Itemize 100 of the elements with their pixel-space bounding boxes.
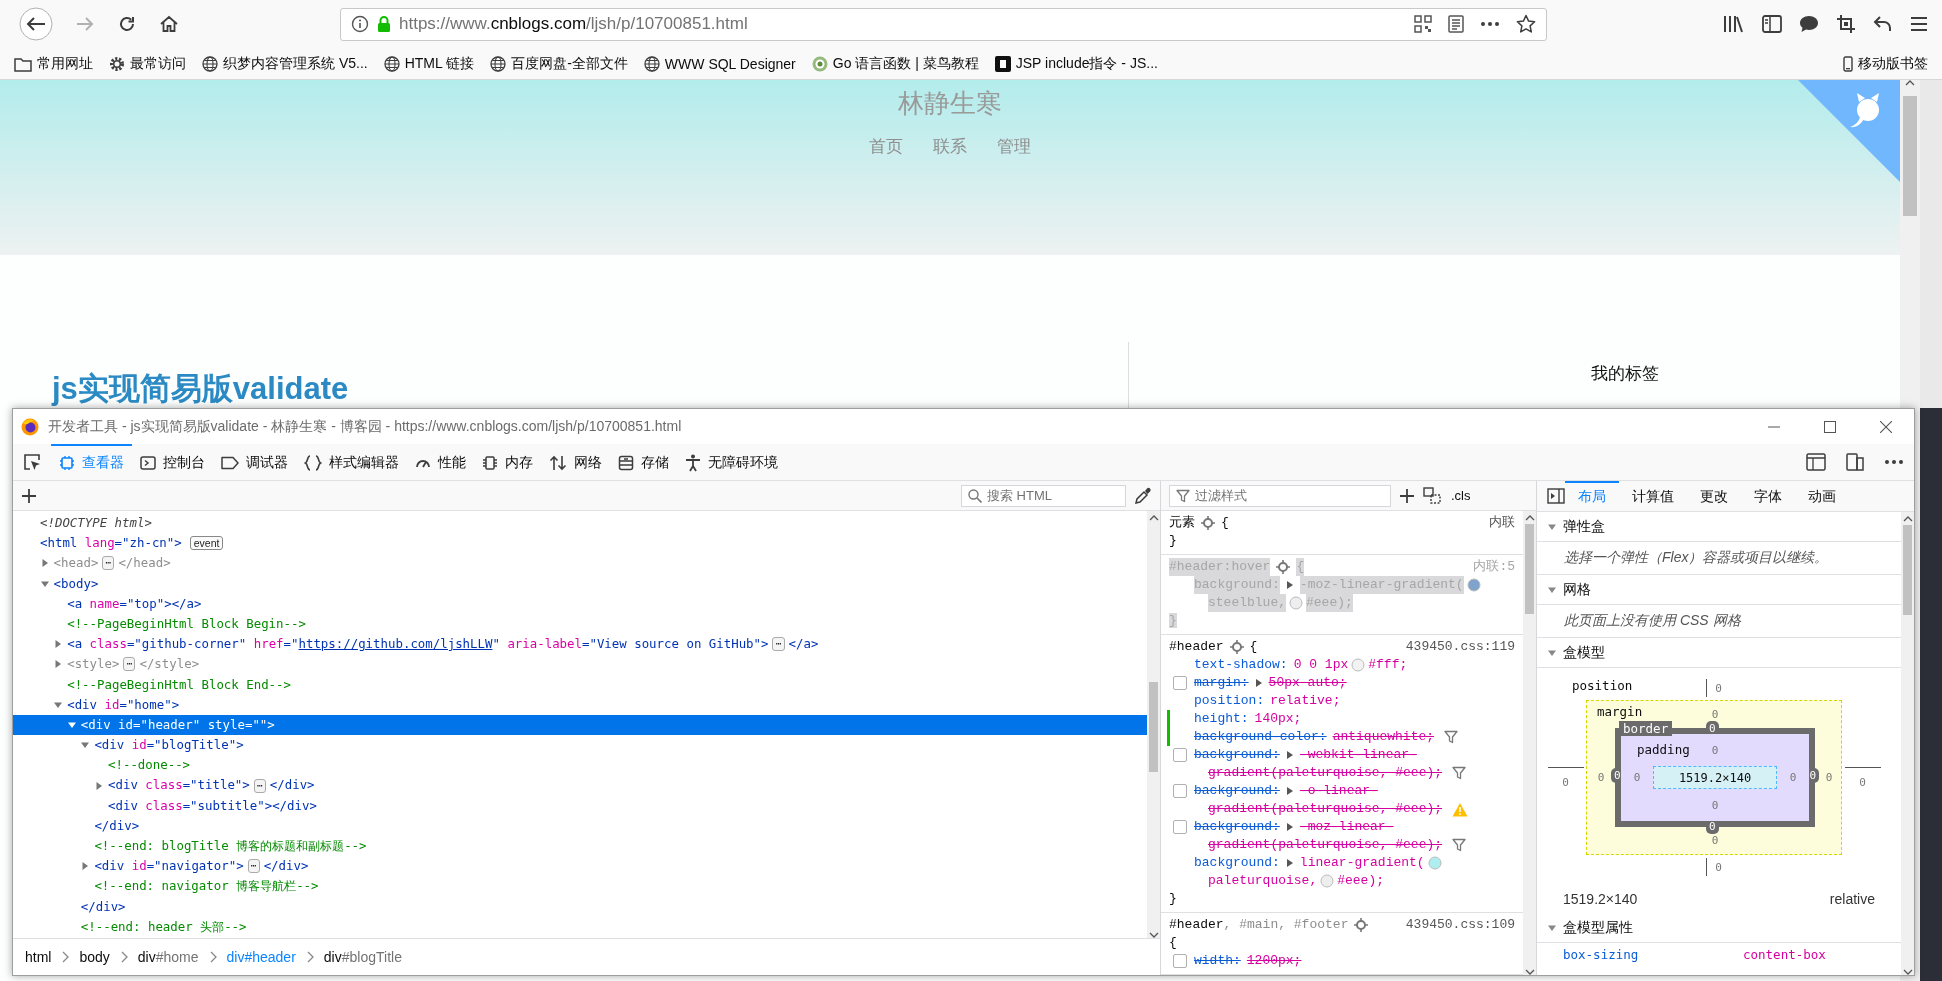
css-value[interactable]: 140px;	[1254, 710, 1302, 728]
box-value[interactable]: 0	[1711, 834, 1719, 847]
element-picker-icon[interactable]	[23, 453, 41, 471]
css-property[interactable]: background:	[1194, 854, 1280, 872]
tree-node[interactable]: <style> ⋯ </style>	[13, 654, 1147, 675]
scroll-up-icon[interactable]	[1524, 515, 1535, 521]
box-value[interactable]: 0	[1711, 743, 1719, 757]
box-value[interactable]: 0	[1715, 860, 1722, 874]
checkbox[interactable]	[1173, 748, 1187, 762]
color-swatch-icon[interactable]	[1320, 874, 1335, 888]
breadcrumb[interactable]: div#home	[135, 949, 201, 965]
more-icon[interactable]	[1884, 459, 1904, 465]
bookmark[interactable]: Go 语言函数 | 菜鸟教程	[811, 54, 979, 73]
panel-tab[interactable]: 更改	[1687, 481, 1741, 511]
expander-icon[interactable]	[1285, 858, 1294, 868]
tree-node[interactable]: <!--done-->	[13, 755, 1147, 776]
devtools-tab[interactable]: 内存	[474, 444, 541, 480]
css-value[interactable]: gradient(paleturquoise, #eee);	[1208, 836, 1443, 854]
css-value[interactable]: #fff;	[1368, 656, 1408, 674]
tree-node[interactable]: <!--end: navigator 博客导航栏-->	[13, 876, 1147, 897]
scrollbar-thumb[interactable]	[1903, 525, 1912, 615]
scrollbar[interactable]	[1147, 511, 1160, 938]
box-value[interactable]: 0	[1859, 775, 1866, 789]
css-value[interactable]: paleturquoise,	[1208, 872, 1318, 890]
tree-node[interactable]: </div>	[13, 815, 1147, 836]
scroll-down-icon[interactable]	[1524, 969, 1535, 975]
devtools-tab[interactable]: 网络	[541, 444, 610, 480]
maximize-icon[interactable]	[1824, 420, 1836, 433]
filter-icon[interactable]	[1452, 766, 1467, 780]
box-value[interactable]: 0	[1633, 771, 1641, 784]
filter-field[interactable]: 过滤样式	[1169, 484, 1391, 507]
tree-node[interactable]: <!DOCTYPE html>	[13, 513, 1147, 534]
css-source-link[interactable]: 内联	[1489, 514, 1515, 532]
event-badge[interactable]: event	[189, 536, 224, 551]
tree-node[interactable]: <head> ⋯ </head>	[13, 553, 1147, 574]
eyedropper-icon[interactable]	[1134, 486, 1152, 505]
scrollbar[interactable]	[1523, 511, 1536, 975]
tree-node[interactable]: <!--PageBeginHtml Block Begin-->	[13, 613, 1147, 635]
tree-node[interactable]: <!--PageBeginHtml Block End-->	[13, 674, 1147, 695]
css-value[interactable]: antiquewhite;	[1332, 728, 1435, 746]
scrollbar-thumb[interactable]	[1525, 524, 1534, 614]
close-icon[interactable]	[1880, 420, 1892, 433]
css-property[interactable]: background:	[1194, 746, 1280, 764]
css-property[interactable]: background:	[1194, 818, 1280, 836]
box-value[interactable]: 0	[1789, 771, 1797, 784]
expander-icon[interactable]	[1254, 678, 1263, 688]
css-source-link[interactable]: 439450.css:119	[1405, 638, 1515, 656]
checkbox[interactable]	[1173, 820, 1187, 834]
plus-icon[interactable]	[21, 487, 37, 504]
css-property[interactable]: margin:	[1194, 674, 1249, 692]
color-swatch-icon[interactable]	[1427, 856, 1442, 870]
expander-icon[interactable]	[1285, 786, 1294, 796]
post-title[interactable]: js实现简易版validate	[52, 368, 1128, 410]
scroll-up-icon[interactable]	[1148, 515, 1159, 521]
more-button[interactable]: ⋯	[253, 778, 266, 793]
bookmark[interactable]: 最常访问	[109, 54, 186, 73]
section-title[interactable]: 盒模型	[1563, 643, 1605, 662]
devtools-tab[interactable]: 样式编辑器	[296, 444, 407, 480]
more-icon[interactable]	[1480, 21, 1500, 27]
tree-node[interactable]: <div class="title"> ⋯ </div>	[13, 775, 1147, 796]
breadcrumb[interactable]: div#blogTitle	[321, 949, 404, 965]
bookmark[interactable]: WWW SQL Designer	[643, 55, 796, 72]
bookmark[interactable]: JSP include指令 - JS...	[994, 54, 1158, 73]
breadcrumb[interactable]: body	[77, 949, 112, 965]
bookmark[interactable]: 织梦内容管理系统 V5...	[202, 54, 368, 73]
chat-icon[interactable]	[1799, 15, 1819, 33]
box-value[interactable]: 0	[1715, 681, 1722, 695]
box-value[interactable]: 0	[1711, 798, 1719, 812]
breadcrumb[interactable]: html	[23, 949, 54, 965]
expander-icon[interactable]	[1285, 822, 1294, 832]
devtools-tab[interactable]: 存储	[610, 444, 677, 480]
devtools-tab[interactable]: 调试器	[213, 444, 296, 480]
color-swatch-icon[interactable]	[1351, 658, 1366, 672]
url-bar[interactable]: https://www.cnblogs.com/ljsh/p/10700851.html	[340, 7, 1547, 41]
tree-node[interactable]: <div id="header" style="">	[13, 714, 1147, 736]
home-icon[interactable]	[159, 14, 179, 34]
css-property[interactable]: position:	[1194, 692, 1265, 710]
tree-node[interactable]: <a class="github-corner" href="https://github.com/ljshLLW" aria-label="View source on GitHub"> ⋯ </a>	[13, 634, 1147, 655]
devtools-tab[interactable]: 性能	[407, 444, 474, 480]
more-button[interactable]: ⋯	[772, 637, 785, 652]
print-preview-icon[interactable]	[1423, 486, 1441, 505]
scroll-down-icon[interactable]	[1148, 932, 1159, 938]
sidebar-icon[interactable]	[1762, 15, 1782, 33]
css-value[interactable]: gradient(paleturquoise, #eee);	[1208, 800, 1443, 818]
panel-tab[interactable]: 字体	[1741, 481, 1795, 511]
target-icon[interactable]	[1354, 918, 1369, 932]
section-title[interactable]: 弹性盒	[1563, 517, 1605, 536]
bookmark[interactable]: 移动版书签	[1843, 54, 1928, 73]
target-icon[interactable]	[1201, 516, 1215, 530]
css-value[interactable]: -webkit-linear-	[1299, 746, 1417, 764]
tree-node[interactable]: <div id="home">	[13, 694, 1147, 715]
scrollbar-thumb[interactable]	[1903, 96, 1917, 216]
link[interactable]: https://github.com/ljshLLW	[298, 636, 493, 652]
css-value[interactable]: relative;	[1270, 692, 1341, 710]
info-icon[interactable]	[351, 15, 369, 33]
scroll-up-icon[interactable]	[1905, 80, 1915, 86]
target-icon[interactable]	[1229, 640, 1244, 654]
qr-code-icon[interactable]	[1414, 15, 1432, 33]
tree-node[interactable]: <div class="subtitle"></div>	[13, 795, 1147, 816]
library-icon[interactable]	[1723, 14, 1745, 34]
